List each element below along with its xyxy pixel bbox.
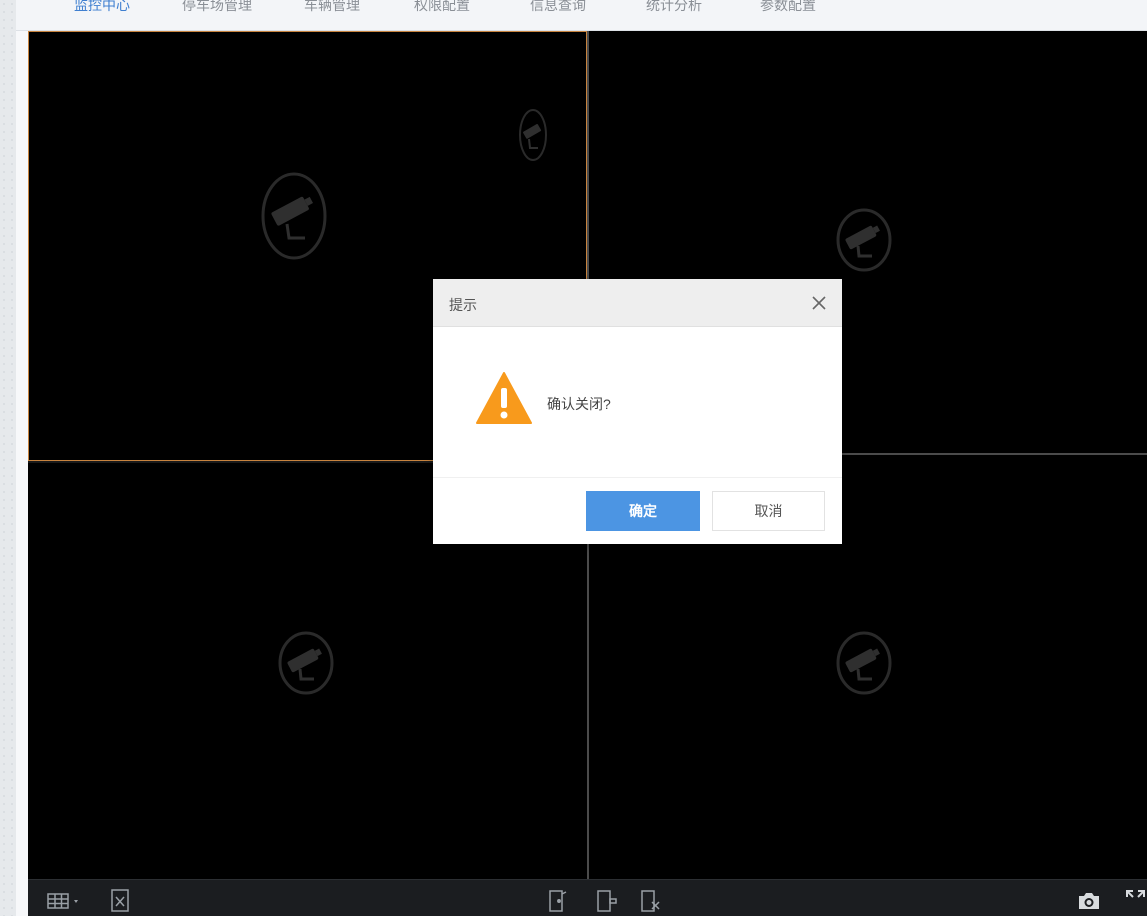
camera-offline-icon [836, 631, 892, 695]
camera-offline-small-icon [519, 109, 547, 161]
nav-item-info-query[interactable]: 信息查询 [530, 0, 586, 17]
nav-item-monitor-center[interactable]: 监控中心 [74, 0, 130, 17]
camera-offline-icon [278, 631, 334, 695]
top-navigation: 监控中心 停车场管理 车辆管理 权限配置 信息查询 统计分析 参数配置 [16, 0, 1147, 31]
nav-item-statistics[interactable]: 统计分析 [646, 0, 702, 17]
close-all-icon[interactable] [108, 888, 132, 914]
nav-item-vehicle[interactable]: 车辆管理 [304, 0, 360, 17]
dialog-divider [433, 477, 842, 478]
video-toolbar [28, 879, 1147, 916]
camera-offline-icon [261, 172, 327, 260]
nav-item-parking-lot[interactable]: 停车场管理 [182, 0, 252, 17]
grid-layout-icon[interactable] [46, 891, 86, 911]
nav-item-parameters[interactable]: 参数配置 [760, 0, 816, 17]
cancel-button[interactable]: 取消 [712, 491, 825, 531]
warning-icon [476, 372, 532, 424]
dialog-title: 提示 [449, 297, 477, 313]
dialog-message: 确认关闭? [547, 396, 611, 412]
fullscreen-icon[interactable] [1124, 888, 1147, 914]
dialog-header: 提示 [433, 279, 842, 327]
confirm-button[interactable]: 确定 [586, 491, 700, 531]
left-margin [16, 31, 28, 916]
confirm-dialog: 提示 确认关闭? 确定 取消 [433, 279, 842, 544]
door-open-icon[interactable] [546, 888, 570, 914]
door-lock-icon[interactable] [594, 888, 620, 914]
camera-offline-icon [836, 208, 892, 272]
capture-icon[interactable] [1076, 890, 1102, 912]
close-icon[interactable] [805, 289, 833, 317]
nav-item-permission[interactable]: 权限配置 [414, 0, 470, 17]
door-clear-icon[interactable] [638, 888, 664, 914]
